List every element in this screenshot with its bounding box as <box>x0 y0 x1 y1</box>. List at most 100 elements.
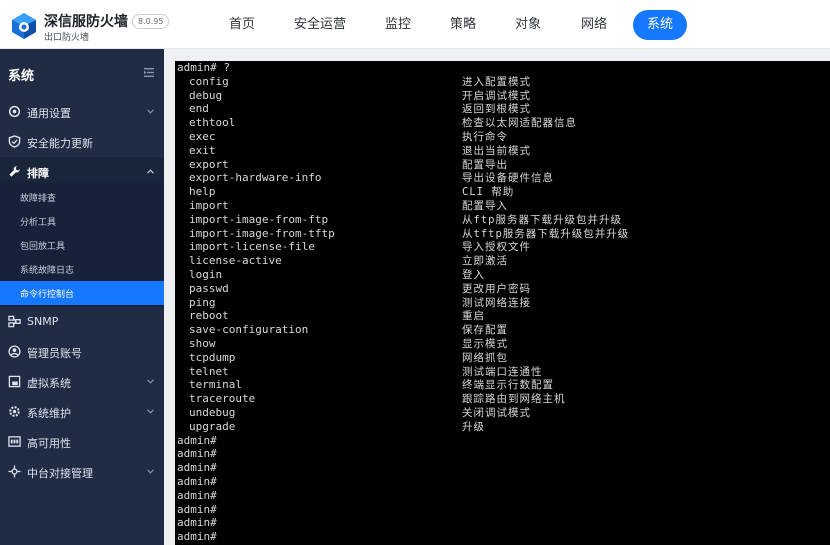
sidebar-item-high-availability[interactable]: 高可用性 <box>0 427 164 457</box>
sidebar-item-security-updates[interactable]: 安全能力更新 <box>0 127 164 157</box>
nav-network[interactable]: 网络 <box>569 10 619 40</box>
terminal-command-name: import-image-from-tftp <box>189 226 335 240</box>
submenu-item-cli-console[interactable]: 命令行控制台 <box>0 281 164 305</box>
submenu-item-label: 命令行控制台 <box>20 290 75 300</box>
terminal-command-name: reboot <box>189 309 229 323</box>
nav-monitor[interactable]: 监控 <box>373 10 423 40</box>
terminal-command-description: 检查以太网适配器信息 <box>462 117 577 130</box>
sidebar-item-label: 高可用性 <box>27 437 71 450</box>
high-availability-icon <box>8 436 21 447</box>
sidebar-item-label: 安全能力更新 <box>27 137 93 150</box>
top-header: 深信服防火墙 出口防火墙 8.0.95 首页 安全运营 监控 策略 对象 网络 … <box>0 0 830 49</box>
terminal-prompt: admin# <box>177 461 217 475</box>
gear-icon <box>8 105 21 118</box>
chevron-down-icon <box>147 109 154 114</box>
nav-system[interactable]: 系统 <box>633 10 687 40</box>
terminal-command-name: terminal <box>189 378 242 392</box>
terminal-command-description: 跟踪路由到网络主机 <box>462 393 566 406</box>
nav-security-operations[interactable]: 安全运营 <box>285 10 355 40</box>
terminal-command-description: 网络抓包 <box>462 351 508 364</box>
terminal-command-name: export <box>189 157 229 171</box>
shield-icon <box>8 135 21 148</box>
sidebar-item-label: 管理员账号 <box>27 347 82 360</box>
terminal-command-name: debug <box>189 88 223 102</box>
terminal-command-name: license-active <box>189 254 282 268</box>
terminal-command-description: 进入配置模式 <box>462 75 531 88</box>
terminal-command-description: 导入授权文件 <box>462 241 531 254</box>
sidebar-title: 系统 <box>8 69 35 84</box>
submenu-item-fault-diagnosis[interactable]: 故障排查 <box>0 185 164 209</box>
terminal-prompt: admin# <box>177 475 217 488</box>
network-icon <box>8 315 21 328</box>
sidebar-item-label: 系统维护 <box>27 407 71 420</box>
terminal-command-description: 配置导出 <box>462 158 508 171</box>
submenu-item-label: 故障排查 <box>20 194 57 204</box>
terminal-command-name: telnet <box>189 364 229 378</box>
terminal-command-name: ping <box>189 295 216 309</box>
terminal-prompt: admin# <box>177 502 217 516</box>
terminal-command-description: CLI 帮助 <box>462 186 515 199</box>
terminal-prompt: admin# <box>177 447 217 461</box>
sidebar-item-virtual-systems[interactable]: 虚拟系统 <box>0 367 164 397</box>
terminal-command-name: undebug <box>189 406 236 419</box>
terminal-command-description: 执行命令 <box>462 131 508 143</box>
terminal-prompt: admin# <box>177 530 217 544</box>
terminal-command-name: config <box>189 74 229 88</box>
hub-icon <box>8 465 21 478</box>
terminal-command-name: end <box>189 102 209 116</box>
sidebar-item-label: 中台对接管理 <box>27 467 93 480</box>
terminal-command-name: upgrade <box>189 419 236 433</box>
terminal-command-name: import <box>189 199 229 212</box>
troubleshoot-submenu: 故障排查 分析工具 包回放工具 系统故障日志 命令行控制台 <box>0 183 164 307</box>
terminal-command-description: 测试端口连通性 <box>462 365 543 378</box>
terminal-command-description: 立即激活 <box>462 255 508 268</box>
submenu-item-label: 系统故障日志 <box>20 266 75 276</box>
chevron-down-icon <box>147 469 154 474</box>
terminal-prompt: admin# <box>177 433 217 447</box>
sidebar-item-general-settings[interactable]: 通用设置 <box>0 97 164 127</box>
terminal-command-description: 保存配置 <box>462 324 508 337</box>
submenu-item-system-fault-log[interactable]: 系统故障日志 <box>0 257 164 281</box>
submenu-item-analysis-tools[interactable]: 分析工具 <box>0 209 164 233</box>
chevron-up-icon <box>147 169 154 174</box>
terminal-command-description: 测试网络连接 <box>462 296 531 309</box>
submenu-item-label: 分析工具 <box>20 218 57 228</box>
terminal-command-description: 从ftp服务器下载升级包并升级 <box>462 213 622 226</box>
terminal-command-description: 关闭调试模式 <box>462 407 531 419</box>
terminal-command-description: 退出当前模式 <box>462 144 531 157</box>
terminal-command-name: import-license-file <box>189 240 315 254</box>
sidebar-item-label: SNMP <box>27 315 59 328</box>
terminal-command-name: exec <box>189 130 216 143</box>
terminal-command-name: save-configuration <box>189 323 309 337</box>
menu-collapse-icon[interactable] <box>144 68 154 77</box>
terminal-command-description: 登入 <box>462 269 485 281</box>
cli-terminal[interactable]: admin# ? config 进入配置模式 debug 开启调试模式 end 返回到根模… <box>175 61 830 545</box>
terminal-prompt-line: admin# ? <box>177 61 230 74</box>
sidebar-item-admin-accounts[interactable]: 管理员账号 <box>0 337 164 367</box>
terminal-command-name: show <box>189 337 216 350</box>
nav-objects[interactable]: 对象 <box>503 10 553 40</box>
wrench-icon <box>9 166 20 177</box>
sidebar-item-snmp[interactable]: SNMP <box>0 307 164 337</box>
terminal-command-name: passwd <box>189 281 229 295</box>
terminal-command-description: 导出设备硬件信息 <box>462 172 554 185</box>
sidebar-item-system-maintenance[interactable]: 系统维护 <box>0 397 164 427</box>
terminal-command-description: 更改用户密码 <box>462 282 531 295</box>
nav-home[interactable]: 首页 <box>217 10 267 40</box>
terminal-command-description: 显示模式 <box>462 338 508 350</box>
submenu-item-label: 包回放工具 <box>20 242 66 252</box>
terminal-command-name: exit <box>189 143 216 157</box>
user-icon <box>8 345 21 358</box>
terminal-command-name: help <box>189 185 216 199</box>
submenu-item-packet-replay-tool[interactable]: 包回放工具 <box>0 233 164 257</box>
terminal-command-description: 从tftp服务器下载升级包并升级 <box>462 227 630 240</box>
sidebar-item-hub-integration[interactable]: 中台对接管理 <box>0 457 164 487</box>
version-badge: 8.0.95 <box>132 14 170 29</box>
brand-subtitle: 出口防火墙 <box>44 33 90 43</box>
sidebar-item-label: 虚拟系统 <box>27 377 71 390</box>
terminal-command-name: ethtool <box>189 116 236 130</box>
terminal-command-name: traceroute <box>189 392 256 406</box>
nav-policy[interactable]: 策略 <box>438 10 488 40</box>
brand-title: 深信服防火墙 <box>44 14 128 30</box>
terminal-command-name: login <box>189 268 223 281</box>
